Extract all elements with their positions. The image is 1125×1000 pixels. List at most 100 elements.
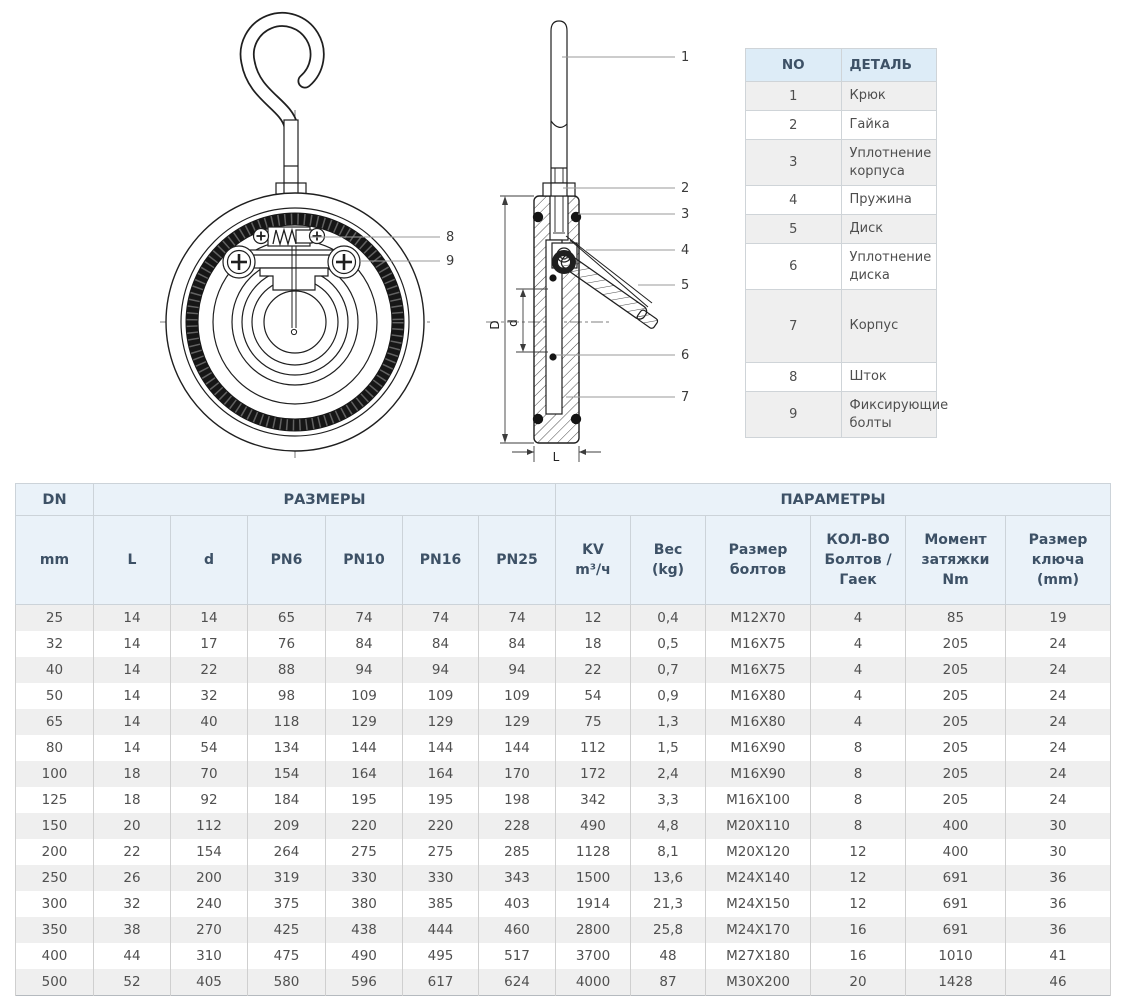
- dim-cell: M16X80: [706, 709, 811, 735]
- dim-cell: 94: [479, 657, 556, 683]
- parts-table-row: 7Корпус: [746, 290, 937, 363]
- dim-cell: 205: [906, 735, 1006, 761]
- dim-cell: 4: [811, 605, 906, 632]
- dim-cell: 46: [1006, 969, 1111, 996]
- dim-cell: 98: [248, 683, 326, 709]
- dim-cell: 172: [556, 761, 631, 787]
- dim-cell: 32: [171, 683, 248, 709]
- dim-cell: 164: [403, 761, 479, 787]
- dim-cell: 32: [16, 631, 94, 657]
- dim-table-row: 12518921841951951983423,3M16X100820524: [16, 787, 1111, 813]
- dim-cell: M16X75: [706, 657, 811, 683]
- dim-cell: 26: [94, 865, 171, 891]
- dim-table-row: 50052405580596617624400087M30X2002014284…: [16, 969, 1111, 996]
- dim-cell: M16X80: [706, 683, 811, 709]
- dim-table-row: 50143298109109109540,9M16X80420524: [16, 683, 1111, 709]
- dim-cell: 220: [403, 813, 479, 839]
- part-number-cell: 4: [746, 186, 842, 215]
- dim-table-row: 2002215426427527528511288,1M20X120124003…: [16, 839, 1111, 865]
- dim-cell: 74: [326, 605, 403, 632]
- dim-cell: 4: [811, 631, 906, 657]
- dim-cell: 41: [1006, 943, 1111, 969]
- dim-cell: 319: [248, 865, 326, 891]
- dim-cell: 164: [326, 761, 403, 787]
- part-name-cell: Пружина: [841, 186, 937, 215]
- dim-cell: 250: [16, 865, 94, 891]
- dim-cell: 12: [811, 865, 906, 891]
- dim-cell: 154: [248, 761, 326, 787]
- dim-cell: M24X150: [706, 891, 811, 917]
- dim-cell: 44: [94, 943, 171, 969]
- valve-side-view: [486, 21, 675, 462]
- dim-cell: 36: [1006, 865, 1111, 891]
- dim-cell: 500: [16, 969, 94, 996]
- dim-cell: 240: [171, 891, 248, 917]
- dim-table-row: 150201122092202202284904,8M20X110840030: [16, 813, 1111, 839]
- dim-cell: 24: [1006, 709, 1111, 735]
- dim-table-row: 651440118129129129751,3M16X80420524: [16, 709, 1111, 735]
- dim-cell: 48: [631, 943, 706, 969]
- dim-cell: 403: [479, 891, 556, 917]
- dim-cell: 490: [556, 813, 631, 839]
- dim-cell: 4: [811, 683, 906, 709]
- dim-cell: 24: [1006, 683, 1111, 709]
- dim-cell: 87: [631, 969, 706, 996]
- part-number-cell: 3: [746, 140, 842, 186]
- dim-cell: 75: [556, 709, 631, 735]
- dim-table-row: 8014541341441441441121,5M16X90820524: [16, 735, 1111, 761]
- dim-cell: 25: [16, 605, 94, 632]
- dim-cell: 74: [479, 605, 556, 632]
- dim-cell: 30: [1006, 813, 1111, 839]
- dim-cell: 170: [479, 761, 556, 787]
- dim-cell: 18: [556, 631, 631, 657]
- header-bolt-qty: КОЛ-ВО Болтов / Гаек: [811, 516, 906, 605]
- part-name-cell: Диск: [841, 215, 937, 244]
- dimensions-table: DN РАЗМЕРЫ ПАРАМЕТРЫ mm L d PN6 PN10 PN1…: [15, 483, 1111, 996]
- dim-cell: 24: [1006, 761, 1111, 787]
- dim-cell: 4: [811, 709, 906, 735]
- dim-cell: 200: [171, 865, 248, 891]
- parts-table-row: 2Гайка: [746, 111, 937, 140]
- callout-5: 5: [681, 278, 689, 293]
- dim-cell: M20X110: [706, 813, 811, 839]
- dim-cell: M16X90: [706, 761, 811, 787]
- dim-cell: 205: [906, 631, 1006, 657]
- dim-cell: 17: [171, 631, 248, 657]
- dim-cell: 1500: [556, 865, 631, 891]
- dim-cell: 4: [811, 657, 906, 683]
- dim-cell: 19: [1006, 605, 1111, 632]
- dim-cell: 25,8: [631, 917, 706, 943]
- part-name-cell: Шток: [841, 363, 937, 392]
- dim-cell: 264: [248, 839, 326, 865]
- dim-cell: 624: [479, 969, 556, 996]
- dim-cell: 2800: [556, 917, 631, 943]
- valve-front-view: [160, 19, 440, 458]
- parts-table-row: 6Уплотнение диска: [746, 244, 937, 290]
- header-pn10: PN10: [326, 516, 403, 605]
- dim-cell: 112: [556, 735, 631, 761]
- dim-cell: 200: [16, 839, 94, 865]
- dim-cell: 8: [811, 813, 906, 839]
- dim-cell: M16X90: [706, 735, 811, 761]
- dim-cell: 12: [811, 839, 906, 865]
- dim-cell: 14: [94, 605, 171, 632]
- dim-cell: 112: [171, 813, 248, 839]
- dim-cell: 220: [326, 813, 403, 839]
- header-mm: mm: [16, 516, 94, 605]
- side-view-drawing: 1 2 3 4 5 6 7 D d L: [480, 5, 725, 467]
- dim-cell: 596: [326, 969, 403, 996]
- part-name-cell: Уплотнение корпуса: [841, 140, 937, 186]
- dim-cell: 94: [326, 657, 403, 683]
- dim-cell: 84: [479, 631, 556, 657]
- dim-cell: 22: [556, 657, 631, 683]
- dim-cell: 20: [811, 969, 906, 996]
- dim-cell: 24: [1006, 735, 1111, 761]
- dim-cell: 50: [16, 683, 94, 709]
- header-weight: Вес (kg): [631, 516, 706, 605]
- parts-table-body: 1Крюк2Гайка3Уплотнение корпуса4Пружина5Д…: [746, 82, 937, 438]
- part-name-cell: Уплотнение диска: [841, 244, 937, 290]
- dim-cell: 691: [906, 865, 1006, 891]
- header-params-group: ПАРАМЕТРЫ: [556, 484, 1111, 516]
- dim-cell: 350: [16, 917, 94, 943]
- callout-7: 7: [681, 390, 689, 405]
